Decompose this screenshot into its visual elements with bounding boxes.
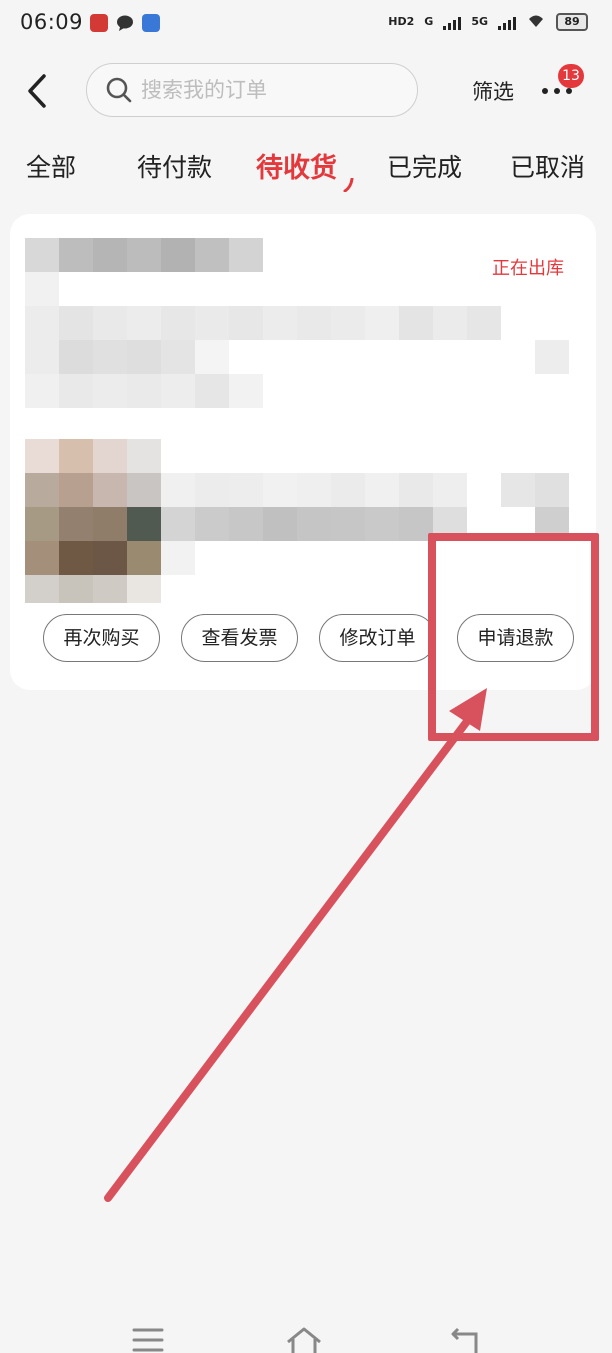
annotation-arrow [104, 688, 487, 1202]
return-icon [451, 1327, 478, 1353]
menu-icon [132, 1328, 164, 1352]
home-icon [287, 1327, 321, 1353]
return-button[interactable] [446, 1326, 486, 1353]
home-button[interactable] [284, 1326, 324, 1353]
system-nav-bar [0, 1318, 612, 1353]
menu-button[interactable] [128, 1326, 168, 1353]
